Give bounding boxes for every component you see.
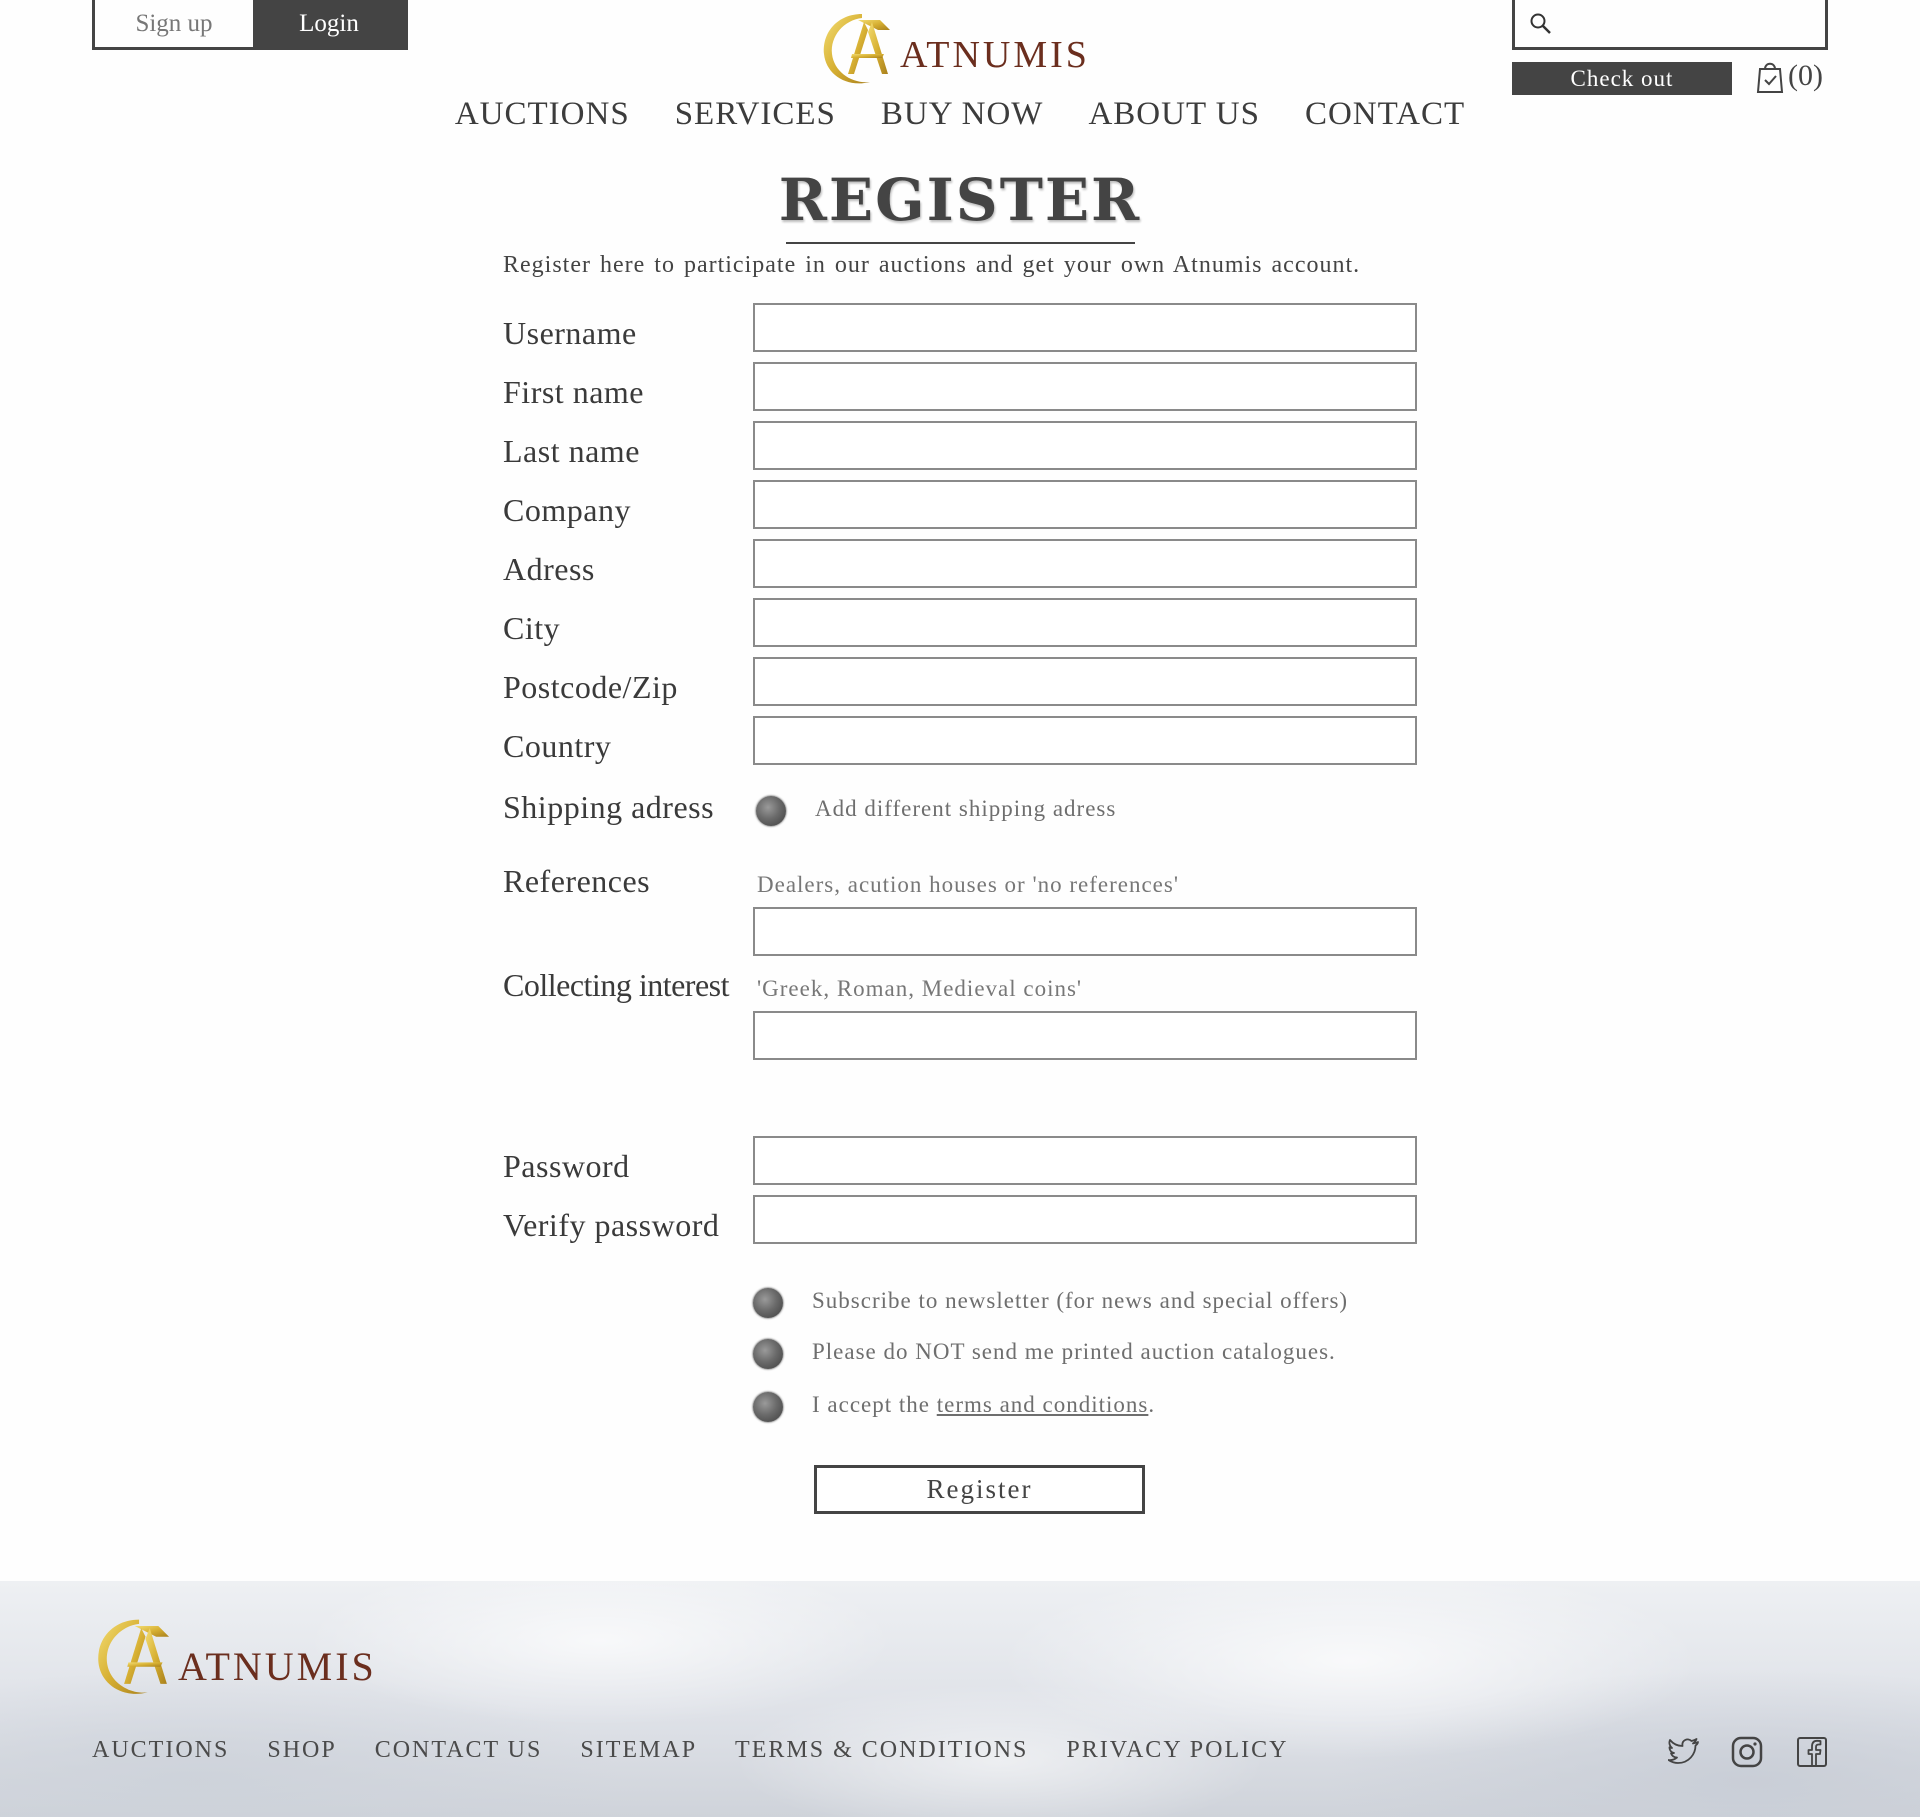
terms-suffix: . bbox=[1148, 1392, 1156, 1417]
checkout-button[interactable]: Check out bbox=[1512, 62, 1732, 95]
first-name-label: First name bbox=[503, 374, 644, 410]
nav-services[interactable]: SERVICES bbox=[675, 96, 836, 133]
verify-password-label: Verify password bbox=[503, 1207, 720, 1243]
search-icon[interactable] bbox=[1529, 12, 1553, 36]
search-input[interactable] bbox=[1553, 2, 1825, 45]
footer-link-terms[interactable]: TERMS & CONDITIONS bbox=[735, 1737, 1028, 1764]
username-field[interactable] bbox=[753, 303, 1417, 352]
facebook-icon[interactable] bbox=[1795, 1735, 1829, 1769]
footer-link-sitemap[interactable]: SITEMAP bbox=[580, 1737, 697, 1764]
catalogue-radio[interactable] bbox=[753, 1339, 783, 1369]
company-label: Company bbox=[503, 492, 631, 528]
cart-button[interactable]: (0) bbox=[1756, 58, 1823, 94]
footer-link-privacy[interactable]: PRIVACY POLICY bbox=[1066, 1737, 1288, 1764]
terms-option: I accept the terms and conditions. bbox=[812, 1392, 1155, 1418]
collecting-interest-label: Collecting interest bbox=[503, 967, 730, 1003]
footer-nav: AUCTIONS SHOP CONTACT US SITEMAP TERMS &… bbox=[92, 1737, 1288, 1764]
footer-link-auctions[interactable]: AUCTIONS bbox=[92, 1737, 229, 1764]
nav-contact[interactable]: CONTACT bbox=[1305, 96, 1465, 133]
username-label: Username bbox=[503, 315, 637, 351]
signup-tab[interactable]: Sign up bbox=[95, 0, 253, 47]
verify-password-field[interactable] bbox=[753, 1195, 1417, 1244]
nav-buy-now[interactable]: BUY NOW bbox=[881, 96, 1044, 133]
footer-link-contact-us[interactable]: CONTACT US bbox=[375, 1737, 543, 1764]
register-button[interactable]: Register bbox=[814, 1465, 1145, 1514]
twitter-icon[interactable] bbox=[1667, 1735, 1701, 1769]
terms-link[interactable]: terms and conditions bbox=[937, 1392, 1149, 1417]
shipping-label: Shipping adress bbox=[503, 789, 715, 825]
footer-brand-name: ATNUMIS bbox=[178, 1643, 377, 1689]
brand-name: ATNUMIS bbox=[900, 34, 1090, 76]
logo-emblem-icon bbox=[98, 1619, 170, 1694]
last-name-field[interactable] bbox=[753, 421, 1417, 470]
address-field[interactable] bbox=[753, 539, 1417, 588]
newsletter-radio[interactable] bbox=[753, 1288, 783, 1318]
address-label: Adress bbox=[503, 551, 595, 587]
collecting-interest-field[interactable] bbox=[753, 1011, 1417, 1060]
terms-radio[interactable] bbox=[753, 1392, 783, 1422]
nav-auctions[interactable]: AUCTIONS bbox=[455, 96, 630, 133]
footer-link-shop[interactable]: SHOP bbox=[267, 1737, 336, 1764]
cart-count: (0) bbox=[1788, 59, 1823, 92]
footer-logo[interactable]: ATNUMIS bbox=[92, 1613, 377, 1699]
intro-text: Register here to participate in our auct… bbox=[503, 252, 1361, 278]
collecting-interest-hint: 'Greek, Roman, Medieval coins' bbox=[757, 976, 1083, 1001]
instagram-icon[interactable] bbox=[1730, 1735, 1764, 1769]
auth-switcher: Sign up Login bbox=[92, 0, 408, 50]
city-label: City bbox=[503, 610, 561, 646]
page-title-text: REGISTER bbox=[778, 166, 1142, 234]
search-box[interactable] bbox=[1512, 0, 1828, 50]
nav-about-us[interactable]: ABOUT US bbox=[1088, 96, 1260, 133]
header-logo[interactable]: ATNUMIS bbox=[818, 8, 1090, 88]
country-field[interactable] bbox=[753, 716, 1417, 765]
last-name-label: Last name bbox=[503, 433, 640, 469]
main-nav: AUCTIONS SERVICES BUY NOW ABOUT US CONTA… bbox=[0, 96, 1920, 133]
city-field[interactable] bbox=[753, 598, 1417, 647]
page-title: REGISTER bbox=[0, 166, 1920, 234]
shipping-option-text: Add different shipping adress bbox=[815, 796, 1117, 821]
terms-prefix: I accept the bbox=[812, 1392, 937, 1417]
newsletter-option-text: Subscribe to newsletter (for news and sp… bbox=[812, 1288, 1349, 1313]
password-field[interactable] bbox=[753, 1136, 1417, 1185]
country-label: Country bbox=[503, 728, 612, 764]
first-name-field[interactable] bbox=[753, 362, 1417, 411]
catalogue-option-text: Please do NOT send me printed auction ca… bbox=[812, 1339, 1336, 1364]
references-hint: Dealers, acution houses or 'no reference… bbox=[757, 872, 1179, 897]
references-field[interactable] bbox=[753, 907, 1417, 956]
login-tab[interactable]: Login bbox=[253, 0, 405, 47]
password-label: Password bbox=[503, 1148, 630, 1184]
postcode-field[interactable] bbox=[753, 657, 1417, 706]
references-label: References bbox=[503, 863, 651, 899]
shopping-bag-icon bbox=[1756, 62, 1784, 93]
postcode-label: Postcode/Zip bbox=[503, 669, 678, 705]
shipping-radio[interactable] bbox=[756, 796, 786, 826]
title-underline bbox=[786, 242, 1135, 244]
company-field[interactable] bbox=[753, 480, 1417, 529]
logo-emblem-icon bbox=[823, 14, 890, 84]
